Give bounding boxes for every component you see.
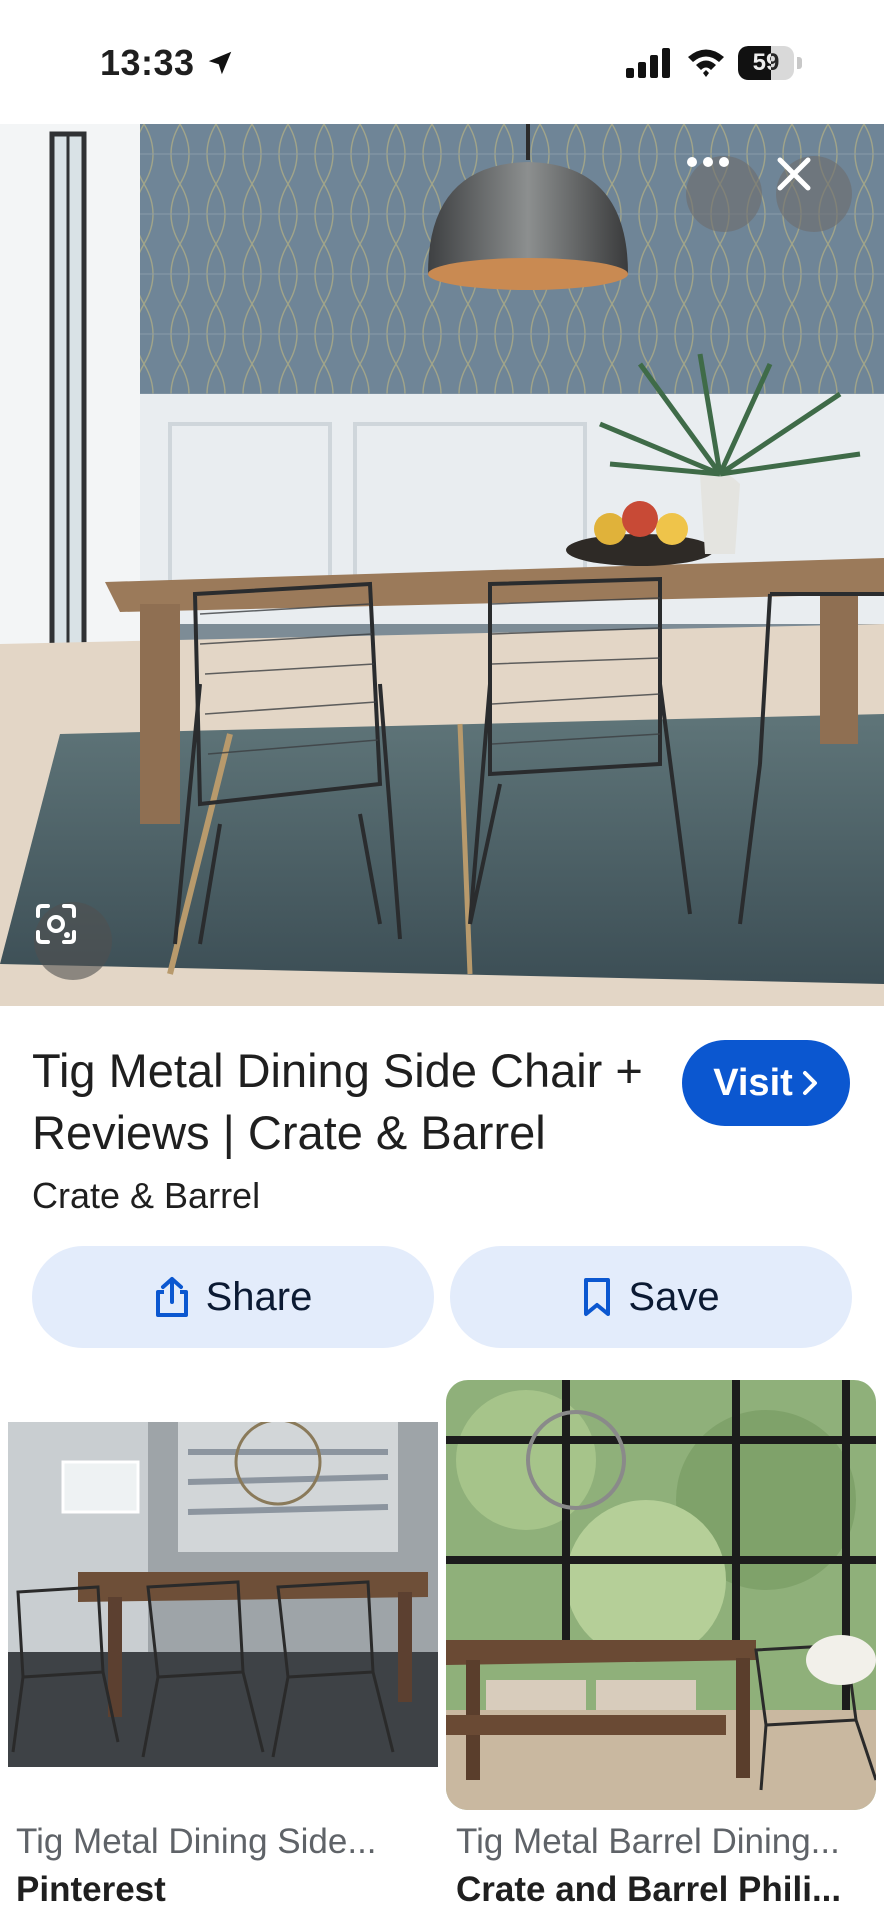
battery-icon: 59 [738,46,802,80]
result-source: Crate & Barrel [32,1175,261,1216]
related-image-1[interactable] [8,1422,438,1767]
google-lens-button[interactable] [34,902,112,980]
chevron-right-icon [802,1071,817,1095]
more-horizontal-icon [687,157,729,167]
status-time: 13:33 [100,42,195,83]
save-label: Save [628,1274,720,1319]
battery-level: 59 [752,49,780,76]
share-label: Share [205,1274,313,1319]
dining-room-photo [0,124,884,1006]
close-icon [777,157,811,191]
related-image-2[interactable] [446,1380,876,1810]
bookmark-icon [584,1278,611,1316]
status-bar: 13:33 59 [0,0,884,124]
related-source-1: Pinterest [16,1870,166,1909]
related-source-2: Crate and Barrel Phili... [456,1870,842,1909]
google-lens-icon [36,904,76,944]
related-caption-1[interactable]: Tig Metal Dining Side... [16,1822,377,1862]
share-button[interactable]: Share [32,1246,434,1348]
wifi-icon [688,49,724,77]
related-photo-2 [446,1380,876,1810]
result-title[interactable]: Tig Metal Dining Side Chair + Reviews | … [32,1040,672,1164]
hero-image[interactable] [0,124,884,1006]
share-icon [155,1277,188,1317]
close-button[interactable] [776,156,852,232]
related-caption-2[interactable]: Tig Metal Barrel Dining... [456,1822,840,1862]
visit-button[interactable]: Visit [682,1040,850,1126]
cellular-signal-icon [626,48,670,78]
save-button[interactable]: Save [450,1246,852,1348]
more-options-button[interactable] [686,156,762,232]
related-photo-1 [8,1422,438,1767]
location-arrow-icon [208,51,232,75]
visit-label: Visit [713,1061,793,1104]
